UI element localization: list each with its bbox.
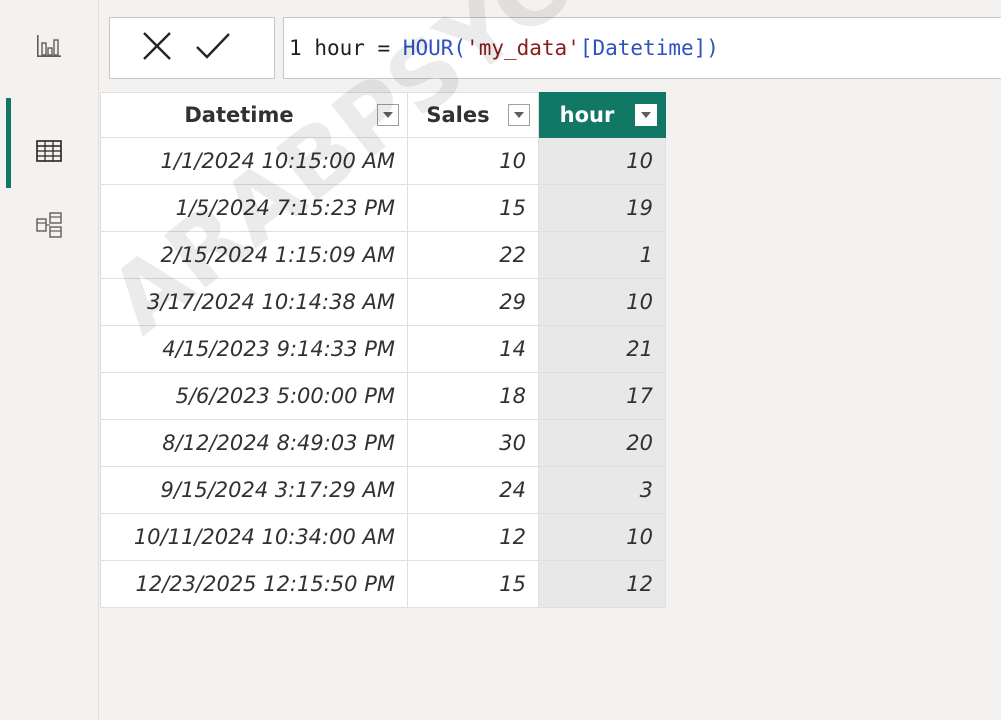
sales-cell[interactable]: 10 — [407, 137, 539, 185]
table-row: 5/6/2023 5:00:00 PM 18 17 — [100, 372, 666, 420]
table-view-button[interactable] — [0, 98, 98, 188]
formula-bar-actions — [109, 17, 275, 79]
model-view-button[interactable] — [0, 192, 98, 262]
datetime-cell[interactable]: 1/5/2024 7:15:23 PM — [100, 184, 408, 232]
hour-cell[interactable]: 17 — [538, 372, 666, 420]
hour-cell[interactable]: 12 — [538, 560, 666, 608]
hour-cell[interactable]: 1 — [538, 231, 666, 279]
column-header-datetime[interactable]: Datetime — [100, 92, 408, 138]
column-header-label: hour — [559, 103, 615, 127]
filter-dropdown-icon[interactable] — [635, 104, 657, 126]
datetime-cell[interactable]: 8/12/2024 8:49:03 PM — [100, 419, 408, 467]
table-row: 12/23/2025 12:15:50 PM 15 12 — [100, 560, 666, 608]
table-row: 1/1/2024 10:15:00 AM 10 10 — [100, 137, 666, 185]
formula-function: HOUR( — [402, 36, 467, 60]
datetime-cell[interactable]: 3/17/2024 10:14:38 AM — [100, 278, 408, 326]
close-icon[interactable] — [140, 29, 174, 67]
sales-cell[interactable]: 15 — [407, 560, 539, 608]
hour-cell[interactable]: 19 — [538, 184, 666, 232]
sales-cell[interactable]: 29 — [407, 278, 539, 326]
formula-table-ref: 'my_data' — [466, 36, 580, 60]
sales-cell[interactable]: 24 — [407, 466, 539, 514]
table-row: 8/12/2024 8:49:03 PM 30 20 — [100, 419, 666, 467]
table-grid-icon — [34, 136, 64, 170]
table-row: 3/17/2024 10:14:38 AM 29 10 — [100, 278, 666, 326]
formula-lhs: hour = — [314, 36, 403, 60]
hour-cell[interactable]: 10 — [538, 513, 666, 561]
table-row: 4/15/2023 9:14:33 PM 14 21 — [100, 325, 666, 373]
table-row: 2/15/2024 1:15:09 AM 22 1 — [100, 231, 666, 279]
table-row: 1/5/2024 7:15:23 PM 15 19 — [100, 184, 666, 232]
column-header-label: Sales — [426, 103, 490, 127]
datetime-cell[interactable]: 2/15/2024 1:15:09 AM — [100, 231, 408, 279]
datetime-cell[interactable]: 4/15/2023 9:14:33 PM — [100, 325, 408, 373]
hour-cell[interactable]: 21 — [538, 325, 666, 373]
column-header-sales[interactable]: Sales — [407, 92, 539, 138]
datetime-cell[interactable]: 9/15/2024 3:17:29 AM — [100, 466, 408, 514]
datetime-cell[interactable]: 1/1/2024 10:15:00 AM — [100, 137, 408, 185]
hour-cell[interactable]: 20 — [538, 419, 666, 467]
report-view-button[interactable] — [0, 12, 98, 82]
datetime-cell[interactable]: 12/23/2025 12:15:50 PM — [100, 560, 408, 608]
hour-cell[interactable]: 10 — [538, 278, 666, 326]
table-row: 10/11/2024 10:34:00 AM 12 10 — [100, 513, 666, 561]
sales-cell[interactable]: 12 — [407, 513, 539, 561]
formula-close-paren: ) — [706, 36, 719, 60]
filter-dropdown-icon[interactable] — [508, 104, 530, 126]
model-diagram-icon — [34, 210, 64, 244]
header-row: Datetime Sales hour — [100, 92, 666, 138]
sales-cell[interactable]: 14 — [407, 325, 539, 373]
bar-chart-icon — [35, 31, 63, 63]
datetime-cell[interactable]: 10/11/2024 10:34:00 AM — [100, 513, 408, 561]
sales-cell[interactable]: 22 — [407, 231, 539, 279]
formula-input[interactable]: 1 hour = HOUR('my_data'[Datetime]) — [283, 17, 1001, 79]
filter-dropdown-icon[interactable] — [377, 104, 399, 126]
datetime-cell[interactable]: 5/6/2023 5:00:00 PM — [100, 372, 408, 420]
line-number: 1 — [289, 36, 302, 60]
sales-cell[interactable]: 30 — [407, 419, 539, 467]
sales-cell[interactable]: 15 — [407, 184, 539, 232]
hour-cell[interactable]: 10 — [538, 137, 666, 185]
hour-cell[interactable]: 3 — [538, 466, 666, 514]
table-row: 9/15/2024 3:17:29 AM 24 3 — [100, 466, 666, 514]
check-icon[interactable] — [194, 31, 232, 65]
column-header-label: Datetime — [184, 103, 294, 127]
formula-column-ref: [Datetime] — [579, 36, 707, 60]
sales-cell[interactable]: 18 — [407, 372, 539, 420]
column-header-hour[interactable]: hour — [538, 92, 666, 138]
data-grid: Datetime Sales hour 1/1/2024 10:15:00 AM… — [100, 92, 666, 608]
view-rail — [0, 0, 99, 720]
